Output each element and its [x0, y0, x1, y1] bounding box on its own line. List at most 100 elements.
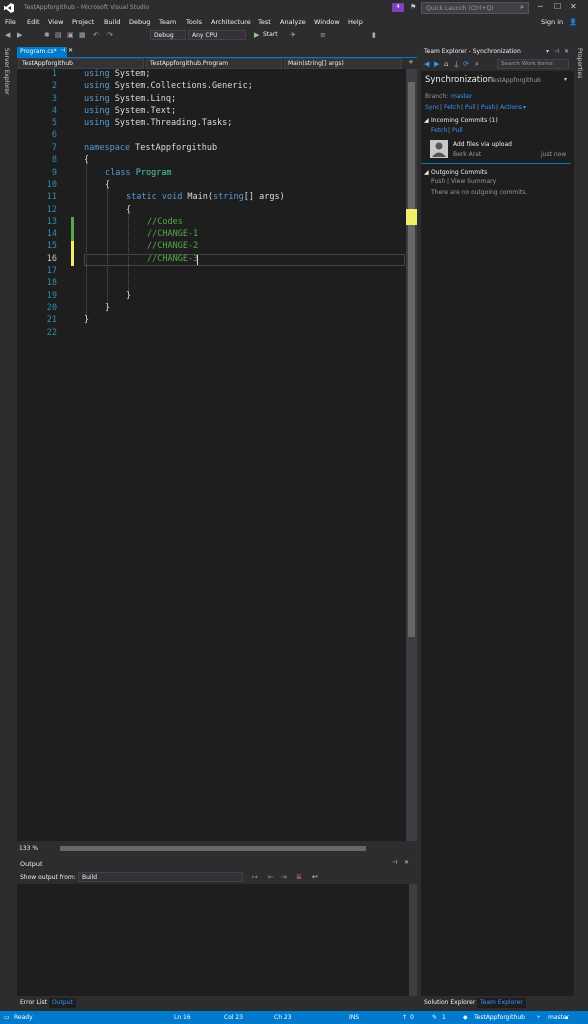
close-button[interactable]: ✕ — [570, 2, 577, 11]
maximize-button[interactable]: ☐ — [554, 2, 561, 11]
properties-tab[interactable]: Properties — [576, 48, 583, 78]
code-editor[interactable] — [17, 69, 406, 841]
view-summary-link[interactable]: View Summary — [451, 178, 496, 185]
collapse-icon[interactable]: ◢ — [424, 117, 429, 124]
section-divider — [421, 163, 571, 164]
split-icon[interactable]: + — [408, 58, 414, 66]
pin-icon[interactable]: ⊣ — [392, 859, 397, 866]
pin-icon[interactable]: ⊣ — [554, 48, 559, 55]
back-icon[interactable]: ◀ — [424, 60, 429, 68]
pending-changes-count[interactable]: 1 — [442, 1014, 446, 1021]
close-panel-icon[interactable]: ✕ — [404, 859, 409, 866]
incoming-commits-title[interactable]: Incoming Commits (1) — [431, 117, 498, 124]
configuration-dropdown[interactable]: Debug — [150, 30, 186, 40]
editor-scroll-thumb[interactable] — [408, 82, 415, 637]
close-panel-icon[interactable]: ✕ — [564, 48, 569, 55]
horizontal-scroll-thumb[interactable] — [60, 846, 366, 851]
menu-edit[interactable]: Edit — [27, 18, 40, 26]
unpublished-commits-icon[interactable]: ↑ — [402, 1014, 407, 1021]
menu-debug[interactable]: Debug — [129, 18, 150, 26]
tab-error-list[interactable]: Error List — [17, 998, 50, 1008]
connect-icon[interactable]: ⏚ — [453, 60, 460, 70]
tab-output[interactable]: Output — [49, 998, 76, 1008]
zoom-level[interactable]: 133 % — [19, 845, 38, 852]
chevron-down-icon[interactable]: ▾ — [564, 76, 567, 83]
tab-solution-explorer[interactable]: Solution Explorer — [421, 998, 478, 1008]
dropdown-icon[interactable]: ▾ — [546, 48, 549, 55]
menu-test[interactable]: Test — [258, 18, 271, 26]
pull-link[interactable]: Pull — [465, 104, 476, 111]
refresh-icon[interactable]: ⟳ — [463, 60, 469, 68]
menu-project[interactable]: Project — [72, 18, 94, 26]
minimize-button[interactable]: ─ — [538, 2, 543, 11]
redo-icon[interactable]: ↷ — [107, 31, 113, 39]
menu-view[interactable]: View — [48, 18, 63, 26]
forward-icon[interactable]: ▶ — [17, 31, 22, 39]
actions-link[interactable]: Actions — [500, 104, 522, 111]
platform-dropdown[interactable]: Any CPU — [188, 30, 246, 40]
menu-window[interactable]: Window — [314, 18, 340, 26]
tab-team-explorer[interactable]: Team Explorer — [477, 998, 526, 1008]
chevron-down-icon[interactable]: ▾ — [523, 104, 526, 111]
clear-all-icon[interactable]: ≣ — [296, 873, 302, 881]
menu-team[interactable]: Team — [159, 18, 176, 26]
incoming-fetch-link[interactable]: Fetch — [431, 127, 447, 134]
forward-icon[interactable]: ▶ — [434, 60, 439, 68]
outgoing-push-link[interactable]: Push — [431, 178, 445, 185]
search-icon[interactable]: ⌕ — [475, 60, 479, 69]
save-all-icon[interactable]: ▦ — [79, 31, 86, 39]
branch-icon[interactable]: ⑂ — [537, 1014, 541, 1021]
class-dropdown[interactable]: TestAppforgithub.Program — [146, 58, 282, 69]
menu-help[interactable]: Help — [348, 18, 363, 26]
output-text-area[interactable] — [17, 884, 409, 996]
output-source-dropdown[interactable]: Build — [78, 872, 243, 882]
go-to-message-icon[interactable]: ↦ — [252, 873, 258, 881]
pin-icon[interactable]: ⊣ — [60, 47, 65, 54]
start-button[interactable]: Start — [263, 31, 278, 38]
new-project-icon[interactable]: ✱ — [44, 31, 50, 39]
previous-message-icon[interactable]: ⇤ — [268, 873, 274, 881]
account-icon[interactable]: 👤 — [569, 18, 577, 26]
sync-link[interactable]: Sync — [425, 104, 439, 111]
back-icon[interactable]: ◀ — [5, 31, 10, 39]
open-file-icon[interactable]: ▤ — [55, 31, 62, 39]
search-work-items-input[interactable]: Search Work Items — [497, 59, 569, 69]
outgoing-commits-title[interactable]: Outgoing Commits — [431, 169, 487, 176]
repository-name-status[interactable]: TestAppforgithub — [474, 1014, 525, 1021]
branch-link[interactable]: master — [451, 93, 472, 100]
line-number: 9 — [51, 168, 57, 178]
fetch-link[interactable]: Fetch — [444, 104, 460, 111]
comment-icon[interactable]: ≡ — [320, 31, 326, 39]
word-wrap-icon[interactable]: ↩ — [312, 873, 318, 881]
menu-tools[interactable]: Tools — [186, 18, 202, 26]
project-dropdown[interactable]: TestAppforgithub — [18, 58, 144, 69]
output-scrollbar[interactable] — [409, 884, 417, 996]
feedback-flag-icon[interactable]: ⚑ — [410, 3, 416, 11]
menu-analyze[interactable]: Analyze — [280, 18, 306, 26]
commit-message[interactable]: Add files via upload — [453, 141, 512, 148]
push-link[interactable]: Push — [481, 104, 495, 111]
home-icon[interactable]: ⌂ — [444, 60, 448, 68]
sign-in-link[interactable]: Sign in — [541, 18, 563, 26]
attach-icon[interactable]: ✈ — [290, 31, 296, 39]
notifications-badge[interactable]: 4 — [392, 3, 404, 12]
pending-changes-icon[interactable]: ✎ — [432, 1014, 437, 1021]
close-tab-icon[interactable]: ✕ — [68, 47, 73, 54]
unpublished-count[interactable]: 0 — [410, 1014, 414, 1021]
undo-icon[interactable]: ↶ — [93, 31, 99, 39]
collapse-icon[interactable]: ◢ — [424, 169, 429, 176]
repository-icon[interactable]: ◆ — [463, 1014, 468, 1021]
menu-build[interactable]: Build — [104, 18, 120, 26]
menu-architecture[interactable]: Architecture — [211, 18, 251, 26]
server-explorer-tab[interactable]: Server Explorer — [3, 48, 10, 95]
bookmark-icon[interactable]: ▮ — [372, 31, 376, 39]
start-play-icon[interactable]: ▶ — [254, 31, 259, 39]
code-line-3: using System.Linq; — [84, 94, 176, 104]
quick-launch-input[interactable]: Quick Launch (Ctrl+Q) — [421, 2, 529, 14]
member-dropdown[interactable]: Main(string[] args) — [284, 58, 402, 69]
incoming-pull-link[interactable]: Pull — [452, 127, 463, 134]
menu-file[interactable]: File — [5, 18, 16, 26]
save-icon[interactable]: ▣ — [67, 31, 74, 39]
next-message-icon[interactable]: ⇥ — [281, 873, 287, 881]
chevron-up-icon[interactable]: ▴ — [565, 1014, 568, 1021]
